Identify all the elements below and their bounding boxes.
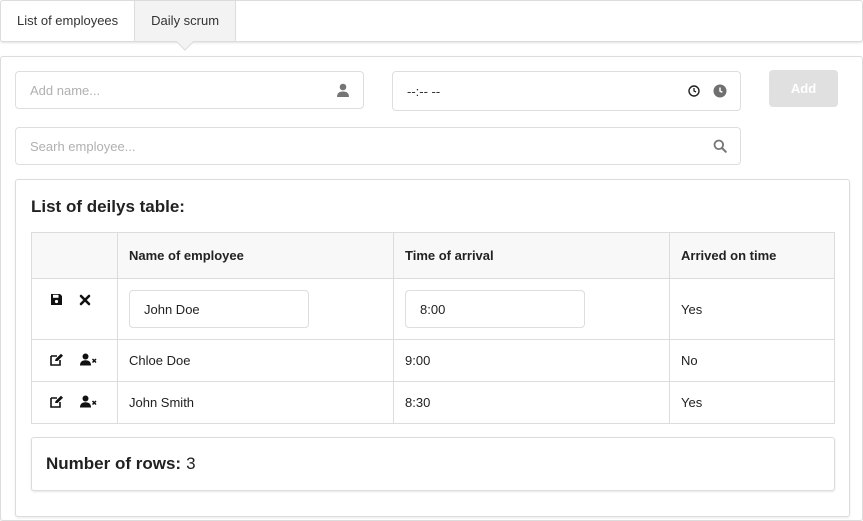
name-cell: Chloe Doe [117, 339, 394, 382]
user-icon [335, 82, 351, 98]
remove-user-icon[interactable] [80, 395, 97, 411]
time-field [392, 71, 741, 111]
row-count-value: 3 [186, 454, 196, 473]
cancel-icon[interactable] [79, 294, 91, 309]
table-row: Chloe Doe 9:00 No [31, 339, 835, 382]
clock-picker-icon[interactable] [686, 83, 702, 99]
table-row: John Smith 8:30 Yes [31, 381, 835, 424]
save-icon[interactable] [50, 293, 63, 309]
tab-bar: List of employees Daily scrum [0, 0, 863, 42]
on-time-cell: Yes [669, 381, 835, 424]
add-button[interactable]: Add [769, 70, 838, 107]
name-cell: John Smith [117, 381, 394, 424]
daily-scrum-panel: Add List of deilys table: Name of employ… [0, 56, 863, 521]
search-input[interactable] [16, 128, 712, 164]
name-cell [117, 278, 394, 340]
time-header: Time of arrival [393, 232, 670, 279]
dailys-table-card: List of deilys table: Name of employee T… [15, 179, 850, 517]
name-input[interactable] [16, 72, 335, 108]
search-icon [712, 138, 728, 154]
edit-icon[interactable] [50, 395, 64, 411]
time-cell [393, 278, 670, 340]
edit-icon[interactable] [50, 353, 64, 369]
on-time-cell: Yes [669, 278, 835, 340]
time-cell: 8:30 [393, 381, 670, 424]
name-field [15, 71, 364, 109]
row-count-label: Number of rows: [46, 454, 182, 473]
row-actions [31, 381, 118, 424]
time-cell: 9:00 [393, 339, 670, 382]
row-count-box: Number of rows: 3 [31, 437, 835, 491]
table-row: Yes [31, 278, 835, 340]
row-actions [31, 339, 118, 382]
tab-daily-scrum[interactable]: Daily scrum [135, 1, 237, 41]
name-header: Name of employee [117, 232, 394, 279]
table-title: List of deilys table: [31, 197, 185, 216]
time-input[interactable] [393, 72, 686, 110]
actions-header [31, 232, 118, 279]
edit-name-input[interactable] [129, 290, 309, 328]
tab-list-of-employees[interactable]: List of employees [1, 1, 136, 41]
search-field [15, 127, 741, 165]
clock-icon [712, 83, 728, 99]
dailys-table: Name of employee Time of arrival Arrived… [31, 232, 835, 424]
edit-time-input[interactable] [405, 290, 585, 328]
on-time-header: Arrived on time [669, 232, 835, 279]
row-actions [31, 278, 118, 340]
remove-user-icon[interactable] [80, 353, 97, 369]
on-time-cell: No [669, 339, 835, 382]
